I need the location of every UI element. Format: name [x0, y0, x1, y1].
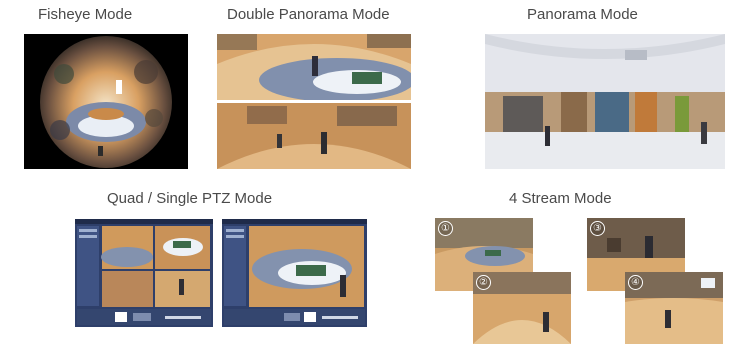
double-panorama-scene: [217, 34, 411, 169]
stream-4-image[interactable]: ④: [625, 272, 723, 344]
stream-3-number-badge: ③: [590, 221, 605, 236]
single-ptz-scene: [222, 219, 367, 325]
fisheye-scene: [40, 36, 172, 168]
fisheye-view-image[interactable]: [24, 34, 188, 169]
quad-ptz-ui-screenshot[interactable]: [75, 219, 213, 327]
four-stream-mode-label: 4 Stream Mode: [509, 190, 612, 207]
stream-2-number-badge: ②: [476, 275, 491, 290]
panorama-mode-label: Panorama Mode: [527, 6, 638, 23]
quad-ptz-scene: [75, 219, 213, 325]
stream-4-number-badge: ④: [628, 275, 643, 290]
fisheye-mode-label: Fisheye Mode: [38, 6, 133, 23]
quad-single-ptz-mode-label: Quad / Single PTZ Mode: [107, 190, 273, 207]
double-panorama-view-image[interactable]: [217, 34, 411, 169]
single-ptz-ui-screenshot[interactable]: [222, 219, 367, 327]
stream-1-number-badge: ①: [438, 221, 453, 236]
stream-2-image[interactable]: ②: [473, 272, 571, 344]
panorama-view-image[interactable]: [485, 34, 725, 169]
double-panorama-mode-label: Double Panorama Mode: [227, 6, 390, 23]
panorama-scene: [485, 34, 725, 169]
